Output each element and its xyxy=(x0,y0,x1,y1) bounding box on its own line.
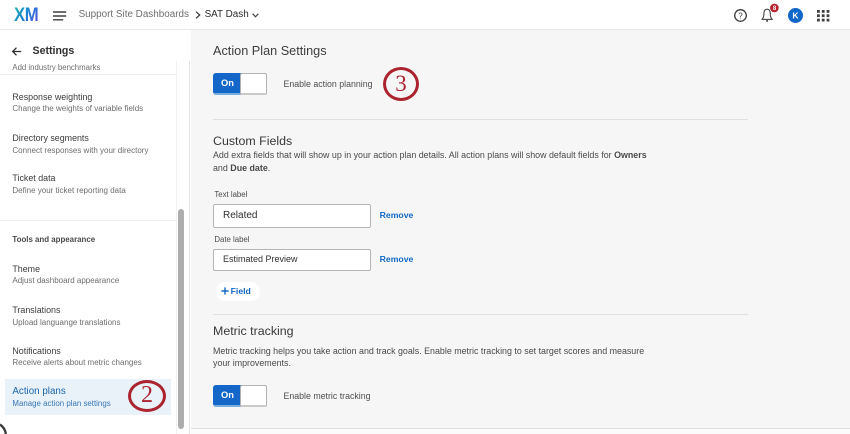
svg-text:?: ? xyxy=(738,11,743,20)
svg-text:K: K xyxy=(792,11,799,21)
